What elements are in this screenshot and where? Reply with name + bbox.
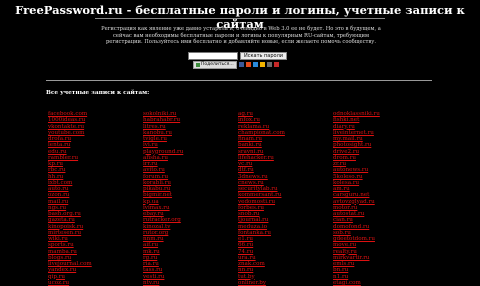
search-form: Искать пароли [188,52,288,60]
twitter-icon[interactable] [252,62,258,67]
site-link[interactable]: ntv.ru [143,280,233,286]
share-bar: Поделиться… [193,60,279,69]
search-input[interactable] [188,52,238,60]
search-button[interactable]: Искать пароли [240,52,288,60]
accounts-column-4: odnoklassniki.ru fishki.net diary.ru livein… [333,111,423,286]
share-button[interactable]: Поделиться… [193,60,237,69]
odnoklassniki-icon[interactable] [245,62,251,67]
intro-text: Регистрация как явление уже давно устаре… [101,26,381,46]
site-link[interactable]: onliner.by [238,280,328,286]
facebook-icon[interactable] [238,62,244,67]
title-divider [95,18,385,19]
livejournal-icon[interactable] [266,62,272,67]
site-link[interactable]: ucoz.ru [48,280,138,286]
accounts-column-3: ag.ru infox.ru reklama.ru championat.com fin… [238,111,328,286]
site-link[interactable]: etagi.com [333,280,423,286]
accounts-column-2: sokolniki.ru habrahabr.ru litres.ru kanobu.… [143,111,233,286]
share-label: Поделиться… [201,61,234,67]
yandex-icon[interactable] [259,62,265,67]
mail-icon[interactable] [273,62,279,67]
share-icon [196,62,200,67]
accounts-heading: Все учетные записи к сайтам: [46,90,150,96]
accounts-column-1: facebook.com 1000ideas.ru vkontakte.ru yout… [48,111,138,286]
content-divider [46,80,432,81]
